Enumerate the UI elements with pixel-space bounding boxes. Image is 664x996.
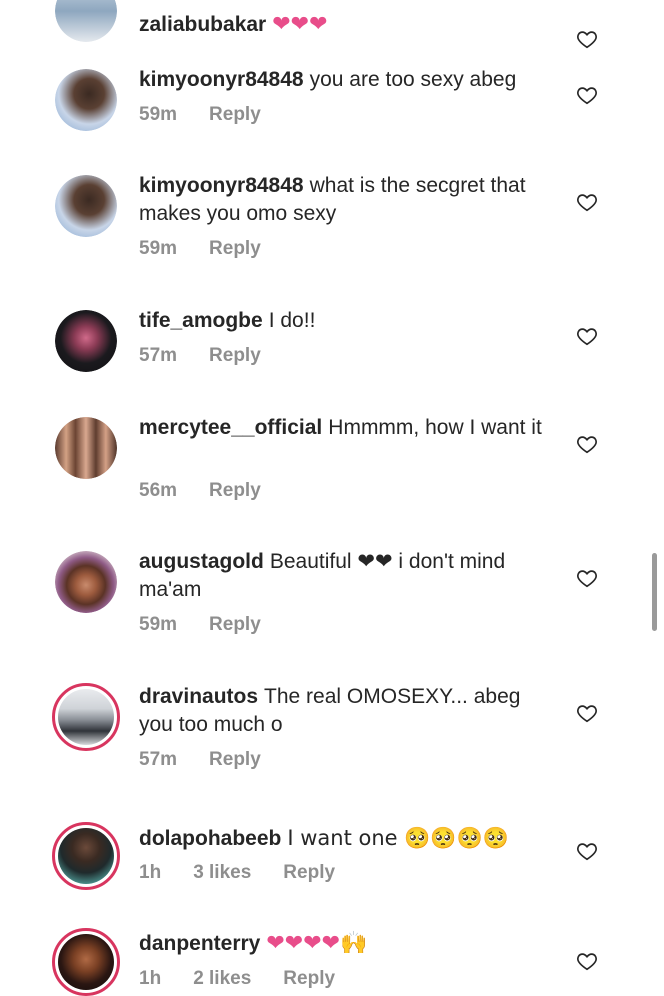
comment-timestamp: 59m [139, 238, 178, 259]
likes-count[interactable]: 2 likes [193, 968, 251, 990]
comment-timestamp: 57m [139, 345, 178, 366]
comment-timestamp: 59m [139, 614, 178, 635]
avatar[interactable] [55, 69, 117, 131]
comment-timestamp: 1h [139, 862, 162, 883]
comment-timestamp: 57m [139, 749, 178, 770]
comment-text: Hmmmm, how I want it [328, 416, 542, 439]
avatar[interactable] [55, 551, 117, 613]
avatar[interactable] [55, 417, 117, 479]
like-heart-icon[interactable] [576, 28, 598, 50]
like-heart-icon[interactable] [576, 433, 598, 455]
comment-timestamp: 1h [139, 968, 162, 989]
comment-text: ❤❤❤❤🙌 [266, 931, 368, 956]
scrollbar[interactable] [652, 553, 657, 631]
like-heart-icon[interactable] [576, 191, 598, 213]
reply-button[interactable]: Reply [209, 345, 261, 367]
comment-username[interactable]: kimyoonyr84848 [139, 68, 304, 91]
reply-button[interactable]: Reply [209, 238, 261, 260]
reply-button[interactable]: Reply [209, 104, 261, 126]
comment-username[interactable]: augustagold [139, 550, 264, 573]
comment-timestamp: 56m [139, 480, 178, 501]
comment-text: I want one 🥺🥺🥺🥺 [287, 826, 509, 850]
avatar[interactable] [52, 822, 120, 890]
reply-button[interactable]: Reply [209, 614, 261, 636]
comment-username[interactable]: dravinautos [139, 685, 258, 708]
avatar[interactable] [55, 175, 117, 237]
avatar[interactable] [55, 0, 117, 42]
like-heart-icon[interactable] [576, 325, 598, 347]
likes-count[interactable]: 3 likes [193, 862, 251, 884]
comment-list: zaliabubakar ❤❤❤ kimyoonyr84848 you are to… [0, 0, 664, 996]
avatar[interactable] [55, 310, 117, 372]
comment-username[interactable]: dolapohabeeb [139, 827, 281, 850]
reply-button[interactable]: Reply [283, 968, 335, 990]
like-heart-icon[interactable] [576, 840, 598, 862]
reply-button[interactable]: Reply [283, 862, 335, 884]
avatar[interactable] [52, 683, 120, 751]
comment-timestamp: 59m [139, 104, 178, 125]
like-heart-icon[interactable] [576, 84, 598, 106]
comment-username[interactable]: tife_amogbe [139, 309, 263, 332]
reply-button[interactable]: Reply [209, 480, 261, 502]
like-heart-icon[interactable] [576, 702, 598, 724]
comment-text: you are too sexy abeg [309, 68, 517, 91]
like-heart-icon[interactable] [576, 950, 598, 972]
avatar[interactable] [52, 928, 120, 996]
comment-text: ❤❤❤ [272, 11, 328, 36]
reply-button[interactable]: Reply [209, 749, 261, 771]
comment-username[interactable]: kimyoonyr84848 [139, 174, 304, 197]
like-heart-icon[interactable] [576, 567, 598, 589]
comment-username[interactable]: danpenterry [139, 932, 260, 955]
comment-username[interactable]: mercytee__official [139, 416, 322, 439]
comment-text: I do!! [268, 309, 316, 332]
comment-username[interactable]: zaliabubakar [139, 13, 266, 36]
